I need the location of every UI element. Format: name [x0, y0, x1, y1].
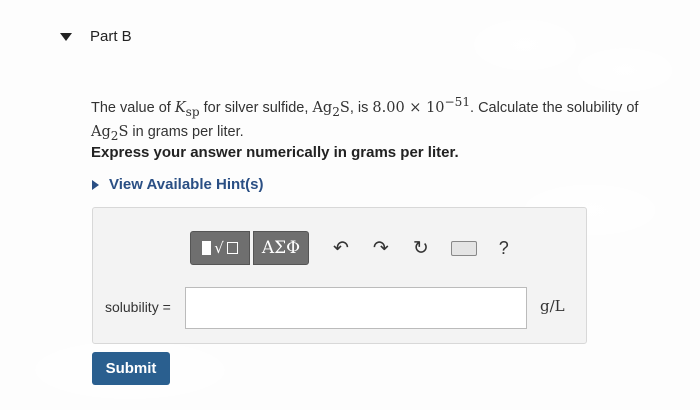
- answer-panel: √ ΑΣΦ ↶ ↷ ↻ ? solubility = g/L: [92, 207, 587, 344]
- help-button[interactable]: ?: [499, 238, 509, 259]
- ksp-value: 8.00 × 10−51: [372, 95, 471, 116]
- solubility-input[interactable]: [185, 287, 527, 329]
- solubility-label: solubility =: [105, 299, 171, 315]
- radical-icon: √: [214, 239, 224, 257]
- placeholder-box-icon: [226, 242, 238, 254]
- keyboard-icon[interactable]: [450, 240, 477, 256]
- undo-icon[interactable]: ↶: [333, 237, 349, 260]
- reset-icon[interactable]: ↻: [413, 237, 429, 260]
- compound-formula-2: Ag2S: [91, 123, 129, 143]
- collapse-caret-icon[interactable]: [60, 32, 72, 41]
- redo-icon[interactable]: ↷: [373, 237, 389, 260]
- compound-formula: Ag2S: [312, 99, 350, 119]
- view-hints-link[interactable]: View Available Hint(s): [92, 176, 264, 193]
- question-text: The value of Ksp for silver sulfide, Ag2…: [91, 95, 639, 143]
- greek-symbols-button[interactable]: ΑΣΦ: [253, 231, 309, 265]
- answer-instruction: Express your answer numerically in grams…: [91, 144, 459, 161]
- templates-icon: [202, 241, 212, 255]
- part-header[interactable]: Part B: [60, 28, 132, 45]
- math-toolbar: √ ΑΣΦ ↶ ↷ ↻ ?: [190, 231, 509, 265]
- submit-button[interactable]: Submit: [92, 352, 170, 385]
- ksp-symbol: Ksp: [174, 99, 200, 119]
- part-title: Part B: [90, 28, 132, 45]
- hints-label: View Available Hint(s): [109, 176, 264, 193]
- templates-button[interactable]: √: [190, 231, 250, 265]
- expand-caret-icon: [92, 179, 99, 190]
- unit-label: g/L: [540, 297, 565, 315]
- question-prefix: The value of: [91, 99, 175, 116]
